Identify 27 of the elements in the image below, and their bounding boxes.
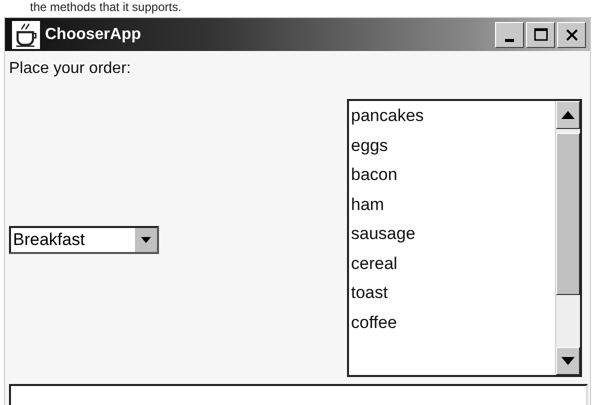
scroll-down-button[interactable] <box>556 347 580 375</box>
list-item[interactable]: coffee <box>351 308 555 337</box>
scroll-up-button[interactable] <box>556 101 580 129</box>
list-item[interactable]: cereal <box>351 248 555 278</box>
window-title: ChooserApp <box>45 26 142 44</box>
caret-icon <box>141 236 151 242</box>
up-arrow-icon <box>561 111 575 119</box>
list-item[interactable]: pancakes <box>351 101 555 130</box>
meal-dropdown[interactable]: Breakfast <box>9 226 159 254</box>
list-item[interactable]: bacon <box>351 160 555 190</box>
coffee-cup-icon <box>11 20 41 48</box>
close-button[interactable] <box>557 22 586 48</box>
maximize-button[interactable] <box>526 22 555 48</box>
down-arrow-icon <box>561 357 575 365</box>
list-item[interactable]: eggs <box>351 130 555 160</box>
list-item[interactable]: ham <box>351 190 555 219</box>
order-label: Place your order: <box>9 59 132 79</box>
maximize-icon <box>534 28 548 41</box>
scroll-thumb[interactable] <box>556 133 580 295</box>
scrollbar[interactable] <box>555 101 580 375</box>
page-caption: the methods that it supports. <box>29 0 182 14</box>
text-field[interactable] <box>9 384 588 405</box>
list-item[interactable]: toast <box>351 278 555 308</box>
minimize-button[interactable] <box>495 22 524 48</box>
list-item[interactable]: sausage <box>351 219 555 248</box>
minimize-icon <box>505 38 514 42</box>
close-icon <box>566 28 578 40</box>
